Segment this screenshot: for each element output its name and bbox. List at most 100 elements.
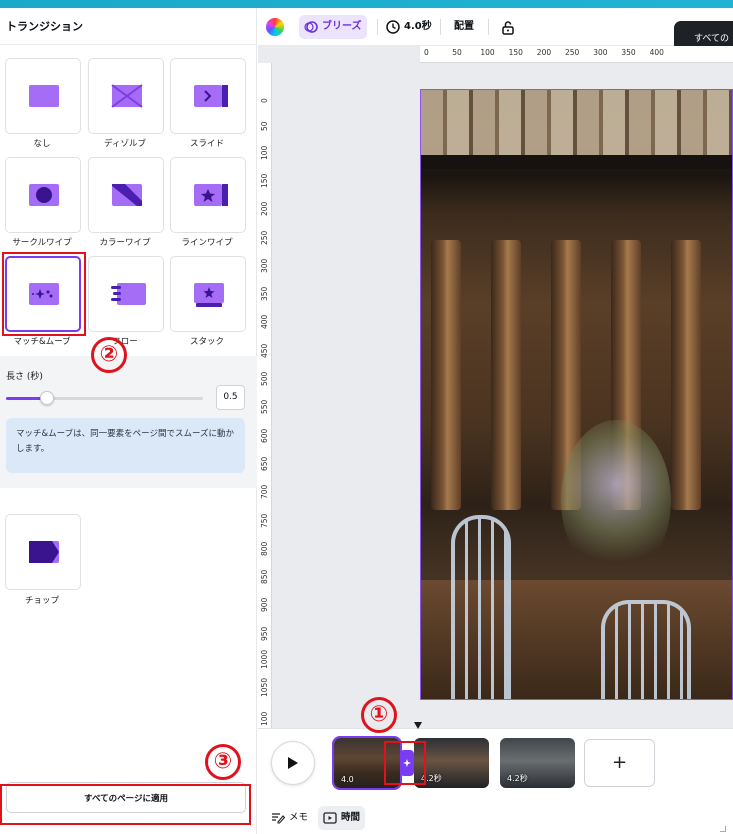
match-move-icon	[29, 283, 59, 305]
ruler-tick-label: 100	[260, 145, 269, 160]
stack-transition-icon	[194, 283, 224, 307]
play-icon	[288, 757, 298, 769]
tile-chop[interactable]	[5, 514, 81, 590]
ruler-tick-label: 0	[424, 48, 429, 57]
slide-transition-icon	[194, 85, 228, 107]
photo-shelf-shadow	[421, 155, 732, 169]
photo-wood-pillar	[431, 240, 461, 510]
panel-divider	[0, 44, 257, 45]
none-transition-icon	[29, 85, 59, 107]
lock-button[interactable]	[496, 15, 520, 39]
tile-dissolve[interactable]	[88, 58, 164, 134]
photo-shelf	[421, 90, 732, 155]
arrange-button[interactable]: 配置	[449, 15, 479, 39]
ruler-tick-label: 1000	[260, 649, 269, 669]
transition-marker[interactable]	[400, 750, 414, 776]
ruler-tick-label: 400	[260, 315, 269, 330]
notes-icon	[272, 813, 285, 824]
timeline-clip-3[interactable]: 4.2秒	[500, 738, 575, 788]
duration-label-toolbar: 4.0秒	[404, 21, 432, 32]
photo-wood-pillar	[671, 240, 701, 510]
tile-slide[interactable]	[170, 58, 246, 134]
clock-icon	[386, 20, 400, 34]
chop-transition-icon	[29, 541, 59, 563]
tile-stack[interactable]	[170, 256, 246, 332]
tile-match-move[interactable]	[5, 256, 81, 332]
ruler-tick-label: 50	[260, 121, 269, 132]
timeline-clip-1[interactable]: 4.0	[332, 736, 402, 790]
play-button[interactable]	[271, 741, 315, 785]
tile-none[interactable]	[5, 58, 81, 134]
toolbar-divider	[440, 19, 441, 35]
flow-transition-icon	[111, 283, 146, 305]
breeze-animation-button[interactable]: ブリーズ	[299, 15, 367, 39]
ruler-tick-label: 250	[565, 48, 580, 57]
photo-chair	[601, 600, 691, 699]
ruler-tick-label: 450	[260, 343, 269, 358]
tile-label-none: なし	[33, 139, 51, 149]
timeline-icon	[323, 812, 337, 824]
ruler-tick-label: 650	[260, 456, 269, 471]
duration-slider-handle[interactable]	[40, 391, 55, 405]
duration-slider-track[interactable]	[6, 397, 203, 400]
ruler-tick-label: 750	[260, 513, 269, 528]
ruler-tick-label: 200	[260, 201, 269, 217]
ruler-tick-label: 700	[260, 484, 269, 500]
ruler-tick-label: 250	[260, 230, 269, 245]
ruler-tick-label: 350	[621, 48, 636, 57]
apply-all-pages-button[interactable]: すべてのページに適用	[6, 782, 246, 813]
tile-line-wipe[interactable]	[170, 157, 246, 233]
ruler-tick-label: 350	[260, 286, 269, 302]
match-move-marker-icon	[403, 759, 411, 767]
annotation-marker-2: ②	[91, 337, 127, 373]
ruler-tick-label: 850	[260, 569, 269, 585]
breeze-label: ブリーズ	[322, 21, 362, 32]
ruler-tick-label: 100	[480, 48, 495, 57]
tile-label-line-wipe: ラインワイプ	[181, 238, 233, 248]
photo-wood-pillar	[491, 240, 521, 510]
duration-label: 長さ (秒)	[6, 372, 43, 382]
ruler-tick-label: 300	[593, 48, 608, 57]
tile-flow[interactable]	[88, 256, 164, 332]
toolbar-divider	[488, 19, 489, 35]
tile-circle-wipe[interactable]	[5, 157, 81, 233]
tile-label-stack: スタック	[189, 337, 224, 347]
info-box: マッチ&ムーブは、同一要素をページ間でスムーズに動かします。	[6, 418, 245, 473]
time-label: 時間	[341, 812, 361, 823]
tile-label-chop: チョップ	[24, 596, 59, 606]
add-page-button[interactable]: +	[584, 739, 655, 787]
resize-grip-icon[interactable]	[720, 826, 726, 832]
unlock-icon	[502, 20, 514, 35]
tile-label-match-move: マッチ&ムーブ	[13, 337, 71, 347]
top-accent-bar	[0, 0, 733, 8]
toolbar-divider	[377, 19, 378, 35]
ruler-tick-label: 800	[260, 541, 269, 556]
ruler-tick-label: 550	[260, 399, 269, 415]
time-button[interactable]: 時間	[318, 806, 366, 830]
notes-button[interactable]: メモ	[266, 806, 313, 830]
timeline-clip-2[interactable]: 4.2秒	[414, 738, 489, 788]
ruler-tick-label: 100	[260, 711, 269, 726]
circle-wipe-icon	[29, 184, 59, 206]
panel-title: トランジション	[6, 20, 83, 33]
tile-label-color-wipe: カラーワイプ	[99, 238, 151, 248]
duration-input[interactable]: 0.5	[216, 385, 245, 410]
color-picker-icon[interactable]	[266, 18, 284, 36]
clip-duration: 4.0	[341, 775, 354, 784]
ruler-tick-label: 900	[260, 598, 269, 613]
ruler-tick-label: 500	[260, 371, 269, 386]
ruler-tick-label: 0	[260, 98, 269, 103]
photo-flowers	[561, 420, 671, 580]
duration-button[interactable]: 4.0秒	[381, 15, 437, 39]
ruler-tick-label: 400	[649, 48, 664, 57]
line-wipe-icon	[194, 184, 228, 206]
tile-label-circle-wipe: サークルワイプ	[12, 238, 72, 248]
ruler-tick-label: 150	[260, 173, 269, 188]
ruler-tick-label: 150	[508, 48, 523, 57]
ruler-tick-label: 600	[260, 428, 269, 443]
editor-toolbar: ブリーズ 4.0秒 配置	[258, 8, 733, 46]
playhead-marker[interactable]	[414, 722, 422, 729]
ruler-tick-label: 200	[536, 48, 552, 57]
page-image-restaurant[interactable]	[420, 89, 733, 700]
tile-color-wipe[interactable]	[88, 157, 164, 233]
